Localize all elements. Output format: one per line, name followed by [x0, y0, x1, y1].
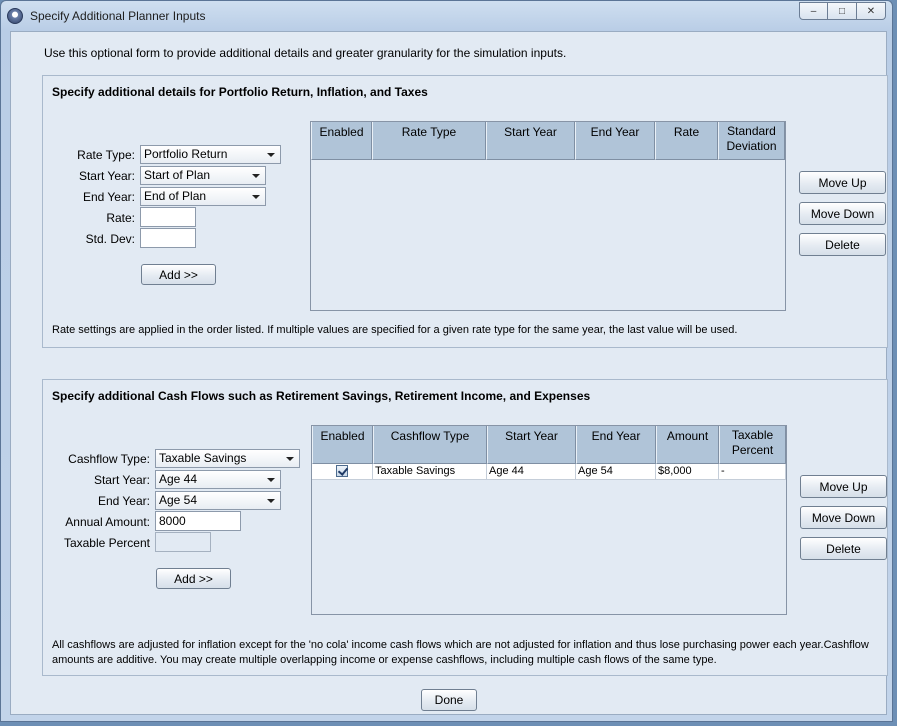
rates-panel: Specify additional details for Portfolio…: [42, 75, 888, 348]
rate-type-select[interactable]: Portfolio Return: [140, 145, 281, 164]
rate-input[interactable]: [140, 207, 196, 227]
enabled-cell[interactable]: [312, 464, 373, 480]
column-header[interactable]: End Year: [575, 122, 655, 160]
taxable-percent-input: [155, 532, 211, 552]
rate-start-year-value: Start of Plan: [144, 168, 211, 182]
chevron-down-icon: [267, 153, 275, 157]
minimize-button[interactable]: –: [799, 2, 828, 20]
rates-move-up-button[interactable]: Move Up: [799, 171, 886, 194]
cashflow-start-year-select[interactable]: Age 44: [155, 470, 281, 489]
chevron-down-icon: [267, 499, 275, 503]
cashflows-note-line2: amounts are additive. You may create mul…: [52, 654, 717, 666]
std-dev-label: Std. Dev:: [85, 232, 135, 246]
cashflow-end-year-select[interactable]: Age 54: [155, 491, 281, 510]
rate-type-value: Portfolio Return: [144, 147, 228, 161]
annual-amount-input[interactable]: [155, 511, 241, 531]
cashflows-move-down-button[interactable]: Move Down: [800, 506, 887, 529]
end-year-cell: Age 54: [576, 464, 656, 480]
add-cashflow-button[interactable]: Add >>: [156, 568, 231, 589]
cashflows-panel: Specify additional Cash Flows such as Re…: [42, 379, 888, 676]
cashflow-type-select[interactable]: Taxable Savings: [155, 449, 300, 468]
column-header[interactable]: Taxable Percent: [719, 426, 786, 464]
cashflows-panel-title: Specify additional Cash Flows such as Re…: [52, 389, 591, 403]
title-bar[interactable]: Specify Additional Planner Inputs – □ ✕: [1, 1, 892, 31]
taxable-percent-cell: -: [719, 464, 786, 480]
column-header[interactable]: Standard Deviation: [718, 122, 785, 160]
enabled-checkbox[interactable]: [336, 465, 348, 477]
chevron-down-icon: [267, 478, 275, 482]
window-controls: – □ ✕: [799, 2, 886, 20]
start-year-cell: Age 44: [487, 464, 576, 480]
column-header[interactable]: Amount: [656, 426, 719, 464]
cashflow-start-year-value: Age 44: [159, 472, 198, 486]
cashflows-note-line1: All cashflows are adjusted for inflation…: [52, 639, 869, 651]
rates-table-header: Enabled Rate Type Start Year End Year Ra…: [311, 122, 785, 160]
done-button[interactable]: Done: [421, 689, 477, 711]
rates-delete-button[interactable]: Delete: [799, 233, 886, 256]
cashflows-table[interactable]: Enabled Cashflow Type Start Year End Yea…: [311, 425, 787, 615]
cashflows-delete-button[interactable]: Delete: [800, 537, 887, 560]
column-header[interactable]: Rate Type: [372, 122, 486, 160]
rates-panel-title: Specify additional details for Portfolio…: [52, 85, 428, 99]
start-year-label: Start Year:: [78, 169, 135, 183]
cashflow-type-cell: Taxable Savings: [373, 464, 487, 480]
rate-end-year-select[interactable]: End of Plan: [140, 187, 266, 206]
column-header[interactable]: Cashflow Type: [373, 426, 487, 464]
cashflows-table-header: Enabled Cashflow Type Start Year End Yea…: [312, 426, 786, 464]
app-icon: [7, 8, 23, 24]
rates-note: Rate settings are applied in the order l…: [52, 324, 738, 336]
annual-amount-label: Annual Amount:: [65, 515, 150, 529]
rate-end-year-value: End of Plan: [144, 189, 207, 203]
cashflows-move-up-button[interactable]: Move Up: [800, 475, 887, 498]
column-header[interactable]: Start Year: [486, 122, 575, 160]
column-header[interactable]: End Year: [576, 426, 656, 464]
add-rate-button[interactable]: Add >>: [141, 264, 216, 285]
rate-start-year-select[interactable]: Start of Plan: [140, 166, 266, 185]
chevron-down-icon: [252, 174, 260, 178]
chevron-down-icon: [252, 195, 260, 199]
end-year-label: End Year:: [82, 190, 135, 204]
intro-text: Use this optional form to provide additi…: [44, 46, 567, 60]
chevron-down-icon: [286, 457, 294, 461]
cashflow-end-year-value: Age 54: [159, 493, 198, 507]
column-header[interactable]: Enabled: [311, 122, 372, 160]
cashflow-type-label: Cashflow Type:: [68, 452, 150, 466]
column-header[interactable]: Enabled: [312, 426, 373, 464]
maximize-button[interactable]: □: [828, 2, 857, 20]
std-dev-input[interactable]: [140, 228, 196, 248]
rates-table[interactable]: Enabled Rate Type Start Year End Year Ra…: [310, 121, 786, 311]
amount-cell: $8,000: [656, 464, 719, 480]
end-year-label: End Year:: [97, 494, 150, 508]
column-header[interactable]: Start Year: [487, 426, 576, 464]
dialog-content: Use this optional form to provide additi…: [10, 31, 888, 715]
close-button[interactable]: ✕: [857, 2, 886, 20]
rate-type-label: Rate Type:: [77, 148, 135, 162]
start-year-label: Start Year:: [93, 473, 150, 487]
table-row[interactable]: Taxable Savings Age 44 Age 54 $8,000 -: [312, 464, 786, 480]
dialog-window: Specify Additional Planner Inputs – □ ✕ …: [0, 0, 893, 722]
cashflow-type-value: Taxable Savings: [159, 451, 247, 465]
rate-label: Rate:: [106, 211, 135, 225]
column-header[interactable]: Rate: [655, 122, 718, 160]
taxable-percent-label: Taxable Percent: [63, 536, 150, 550]
window-title: Specify Additional Planner Inputs: [30, 9, 206, 23]
rates-move-down-button[interactable]: Move Down: [799, 202, 886, 225]
